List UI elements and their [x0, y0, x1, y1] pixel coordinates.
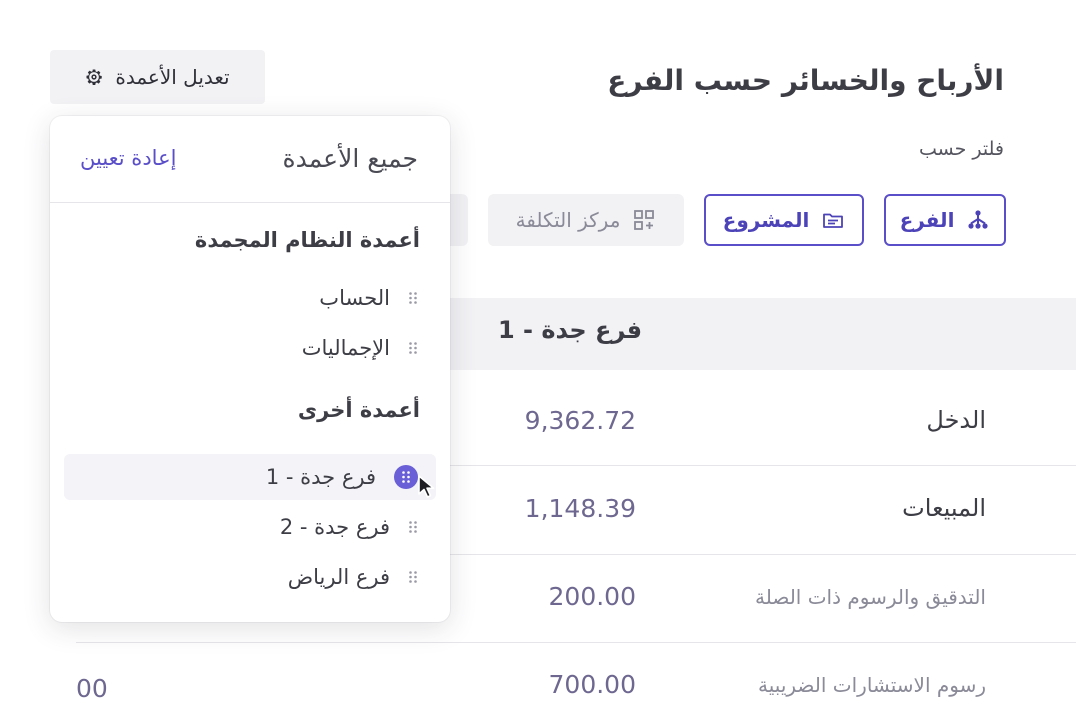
drag-handle-icon[interactable] — [394, 465, 418, 489]
row-value-partial: 00 — [76, 674, 108, 703]
row-divider — [440, 554, 1076, 555]
gear-icon — [86, 69, 103, 85]
column-item-jeddah-1[interactable]: فرع جدة - 1 — [64, 454, 436, 500]
drag-handle-icon[interactable] — [408, 341, 418, 355]
edit-columns-button[interactable]: تعديل الأعمدة — [50, 50, 265, 104]
row-label-income: الدخل — [926, 406, 986, 434]
column-item-riyadh[interactable]: فرع الرياض — [64, 554, 436, 600]
filter-chip-project-label: المشروع — [722, 208, 810, 232]
column-item-label: فرع جدة - 2 — [279, 515, 390, 539]
row-divider — [440, 465, 1076, 466]
column-item-label: فرع جدة - 1 — [265, 465, 376, 489]
reset-button[interactable]: إعادة تعيين — [80, 146, 176, 170]
filter-chip-branch[interactable]: الفرع — [884, 194, 1006, 246]
row-value-income: 9,362.72 — [524, 406, 636, 435]
drag-handle-icon[interactable] — [408, 570, 418, 584]
column-item-jeddah-2[interactable]: فرع جدة - 2 — [64, 504, 436, 550]
page-title: الأرباح والخسائر حسب الفرع — [607, 64, 1004, 97]
column-item-account[interactable]: الحساب — [64, 275, 436, 321]
panel-divider — [50, 202, 450, 203]
column-item-label: الحساب — [319, 286, 390, 310]
panel-title: جميع الأعمدة — [282, 144, 419, 173]
row-label-audit-fees: التدقيق والرسوم ذات الصلة — [755, 585, 986, 609]
columns-panel: جميع الأعمدة إعادة تعيين أعمدة النظام ال… — [50, 116, 450, 622]
edit-columns-label: تعديل الأعمدة — [115, 65, 230, 89]
folder-icon — [823, 213, 844, 228]
grid-plus-icon — [634, 210, 655, 230]
filter-chip-branch-label: الفرع — [899, 208, 955, 232]
row-divider — [76, 642, 1076, 643]
branch-icon — [968, 210, 989, 229]
drag-handle-icon[interactable] — [408, 520, 418, 534]
filter-chip-cost-center[interactable]: مركز التكلفة — [488, 194, 684, 246]
column-item-label: الإجماليات — [301, 336, 390, 360]
filter-chip-project[interactable]: المشروع — [704, 194, 864, 246]
frozen-columns-title: أعمدة النظام المجمدة — [194, 228, 420, 252]
column-item-label: فرع الرياض — [287, 565, 390, 589]
row-value-audit-fees: 200.00 — [548, 582, 636, 611]
column-item-totals[interactable]: الإجماليات — [64, 325, 436, 371]
filter-chip-cost-center-label: مركز التكلفة — [515, 208, 621, 232]
mouse-cursor-icon — [418, 475, 435, 498]
row-value-sales: 1,148.39 — [524, 494, 636, 523]
row-value-tax-consulting: 700.00 — [548, 670, 636, 699]
filter-by-label: فلتر حسب — [919, 138, 1004, 160]
row-label-sales: المبيعات — [902, 494, 986, 522]
other-columns-title: أعمدة أخرى — [297, 398, 420, 422]
row-label-tax-consulting: رسوم الاستشارات الضريبية — [758, 673, 986, 697]
drag-handle-icon[interactable] — [408, 291, 418, 305]
column-header-jeddah-1[interactable]: فرع جدة - 1 — [498, 316, 642, 344]
